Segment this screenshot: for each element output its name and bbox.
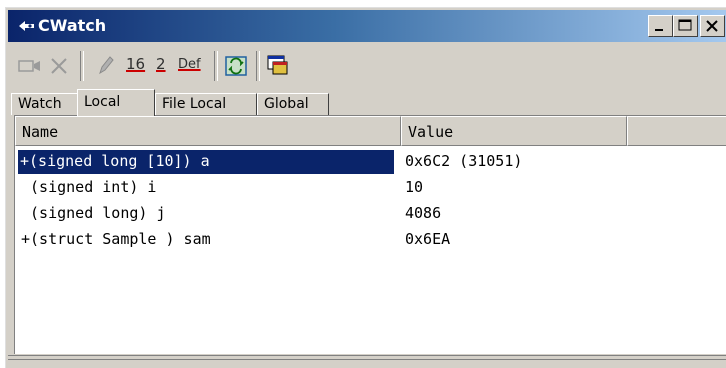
minimize-button[interactable] [648,15,673,37]
cwatch-window: CWatch 16 2 Def Watch Local File Local G… [4,6,726,368]
table-row[interactable]: (signed int) i 10 [15,174,726,200]
tab-file-local[interactable]: File Local [155,93,257,115]
close-icon [706,20,718,32]
variables-list[interactable]: Name Value +(signed long [10]) a 0x6C2 (… [14,115,726,354]
edit-icon [99,56,114,75]
column-header-label: Value [408,123,454,141]
refresh-icon [225,56,247,76]
add-watch-button[interactable] [16,53,44,79]
tab-local[interactable]: Local [77,89,155,116]
tab-watch[interactable]: Watch [11,93,79,115]
radix-hex-button[interactable]: 16 [126,55,145,73]
variable-name: (signed long) j [21,204,166,222]
close-button[interactable] [700,15,725,37]
column-header-name[interactable]: Name [15,116,401,146]
edit-button[interactable] [92,53,120,79]
window-title: CWatch [38,16,107,35]
cwatch-app-icon [19,21,34,31]
variable-value: 4086 [405,204,442,222]
tab-label: Watch [18,96,62,112]
add-watch-icon [18,60,40,72]
variable-value: 0x6C2 (31051) [405,152,523,170]
radix-default-button[interactable]: Def [178,57,201,72]
table-row[interactable]: +(struct Sample ) sam 0x6EA [15,226,726,252]
variable-name: (signed int) i [21,178,157,196]
radix-binary-button[interactable]: 2 [156,55,166,73]
toolbar-separator [80,51,84,81]
column-header-value[interactable]: Value [401,116,627,146]
variable-value: 0x6EA [405,230,451,248]
refresh-button[interactable] [222,53,250,79]
maximize-button[interactable] [673,15,698,37]
column-header-label: Name [22,123,59,141]
toolbar-separator [214,51,218,81]
column-header-empty[interactable] [627,116,726,146]
tab-label: Global [264,96,309,112]
tab-label: File Local [162,96,227,112]
variable-value: 10 [405,178,424,196]
tab-label: Local [84,94,121,110]
maximize-icon [678,19,692,31]
tab-strip: Watch Local File Local Global [9,87,726,116]
table-row[interactable]: +(signed long [10]) a 0x6C2 (31051) [15,148,726,174]
status-divider [8,359,726,360]
variable-name: +(signed long [10]) a [18,150,394,174]
minimize-icon [655,29,663,31]
toolbar-separator [256,51,260,81]
register-window-button[interactable] [264,53,292,79]
register-window-icon [267,55,288,75]
table-row[interactable]: (signed long) j 4086 [15,200,726,226]
list-header: Name Value [15,116,726,146]
delete-icon [51,58,67,74]
tab-global[interactable]: Global [257,93,329,115]
toolbar: 16 2 Def [8,45,726,87]
delete-button[interactable] [46,53,74,79]
variable-name: +(struct Sample ) sam [21,230,211,248]
title-bar[interactable]: CWatch [8,10,726,42]
